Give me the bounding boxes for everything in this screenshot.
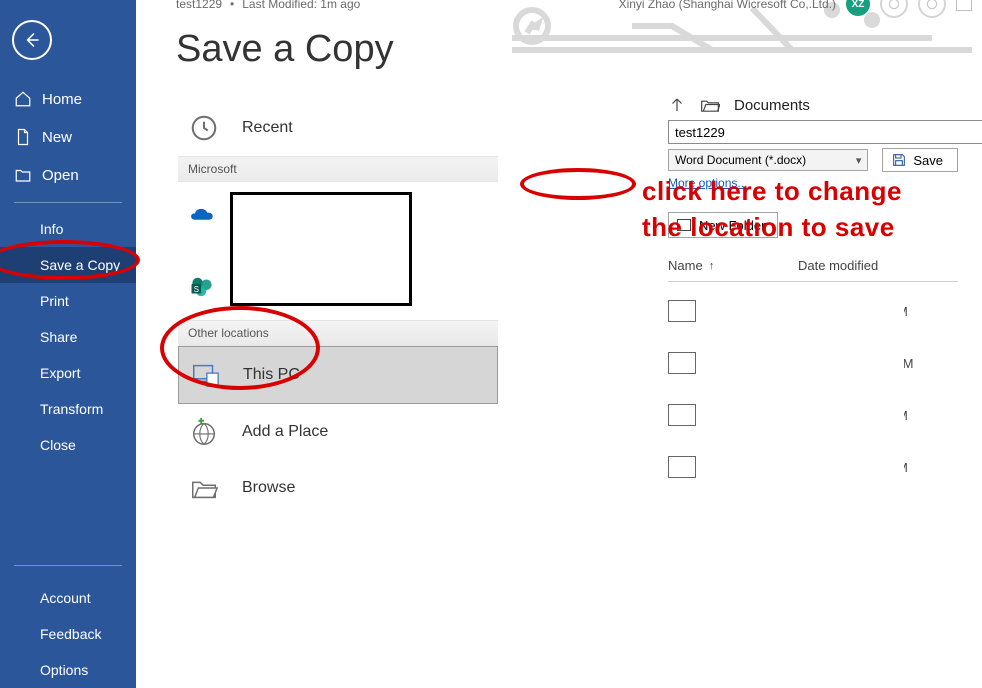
header-action-3[interactable] [956,0,972,11]
nav-label: Open [42,167,79,184]
svg-text:S: S [194,284,199,293]
nav-close[interactable]: Close [0,427,136,463]
nav-label: Export [40,365,80,381]
microsoft-row: S [178,182,498,320]
location-label: Recent [242,119,293,137]
user-name: Xinyi Zhao (Shanghai Wicresoft Co,.Ltd.) [619,0,836,11]
clock-icon [188,112,220,144]
nav-label: Print [40,293,69,309]
nav-label: Info [40,221,63,237]
new-folder-button[interactable]: New Folder [668,212,778,238]
location-this-pc[interactable]: This PC [178,346,498,404]
nav-label: Options [40,662,88,678]
col-date-header[interactable]: Date modified [798,258,958,273]
doc-modified: Last Modified: 1m ago [242,0,360,11]
folder-open-icon [700,96,720,114]
filetype-value: Word Document (*.docx) [675,153,806,167]
header-action-1[interactable] [880,0,908,18]
nav-new[interactable]: New [0,118,136,156]
nav-transform[interactable]: Transform [0,391,136,427]
back-button[interactable] [12,20,52,60]
home-icon [14,90,32,108]
save-label: Save [913,153,943,168]
save-button[interactable]: Save [882,148,958,172]
this-pc-icon [189,359,221,391]
folder-icon [668,352,696,374]
backstage-sidebar: Home New Open Info Save a Copy Print Sha… [0,0,136,688]
location-add-place[interactable]: Add a Place [178,404,498,460]
nav-export[interactable]: Export [0,355,136,391]
location-label: Add a Place [242,423,328,441]
location-label: This PC [243,366,300,384]
nav-label: Save a Copy [40,257,120,273]
save-icon [891,152,907,168]
location-browse[interactable]: Browse [178,460,498,516]
nav-feedback[interactable]: Feedback [14,616,122,652]
new-doc-icon [14,128,32,146]
folder-icon [668,300,696,322]
save-panel: Documents Word Document (*.docx) Save Mo… [668,96,958,508]
add-place-icon [188,416,220,448]
more-options-link[interactable]: More options... [668,176,747,190]
nav-print[interactable]: Print [0,283,136,319]
window-header: test1229 • Last Modified: 1m ago Xinyi Z… [176,0,972,12]
section-microsoft: Microsoft [178,156,498,182]
nav-info[interactable]: Info [0,211,136,247]
section-other-locations: Other locations [178,320,498,346]
location-label: Browse [242,479,295,497]
nav-label: New [42,129,72,146]
nav-account[interactable]: Account [14,580,122,616]
nav-home[interactable]: Home [0,80,136,118]
new-folder-label: New Folder [699,218,765,233]
preview-box [230,192,412,306]
location-recent[interactable]: Recent [178,100,498,156]
file-list: 1/12/2021 3:56 PM 1/20/2021 11:10 AM 1/2… [668,300,958,478]
nav-label: Home [42,91,82,108]
filename-input[interactable] [668,120,982,144]
sort-arrow-icon: ↑ [709,260,715,272]
folder-icon [668,456,696,478]
page-title: Save a Copy [176,28,394,71]
avatar[interactable]: XZ [846,0,870,16]
redaction-overlay [716,298,904,512]
arrow-left-icon [23,31,41,49]
sharepoint-icon[interactable]: S [188,274,216,298]
onedrive-icon[interactable] [188,202,216,226]
browse-folder-icon [188,472,220,504]
header-action-2[interactable] [918,0,946,18]
col-name-header[interactable]: Name ↑ [668,258,798,273]
main-area: test1229 • Last Modified: 1m ago Xinyi Z… [136,0,982,688]
nav-label: Feedback [40,626,101,642]
locations-column: Recent Microsoft S Other locations This … [178,100,498,516]
col-name-label: Name [668,258,703,273]
nav-label: Account [40,590,91,606]
filetype-select[interactable]: Word Document (*.docx) [668,149,868,171]
folder-icon [668,404,696,426]
nav-save-a-copy[interactable]: Save a Copy [0,247,136,283]
nav-label: Share [40,329,77,345]
nav-open[interactable]: Open [0,156,136,194]
open-folder-icon [14,166,32,184]
nav-label: Close [40,437,76,453]
nav-separator [14,202,122,203]
nav-share[interactable]: Share [0,319,136,355]
up-arrow-button[interactable] [668,96,686,114]
list-header: Name ↑ Date modified [668,258,958,282]
new-folder-icon [677,219,691,231]
nav-label: Transform [40,401,103,417]
current-folder[interactable]: Documents [734,97,810,114]
doc-name: test1229 [176,0,222,11]
nav-options[interactable]: Options [14,652,122,688]
